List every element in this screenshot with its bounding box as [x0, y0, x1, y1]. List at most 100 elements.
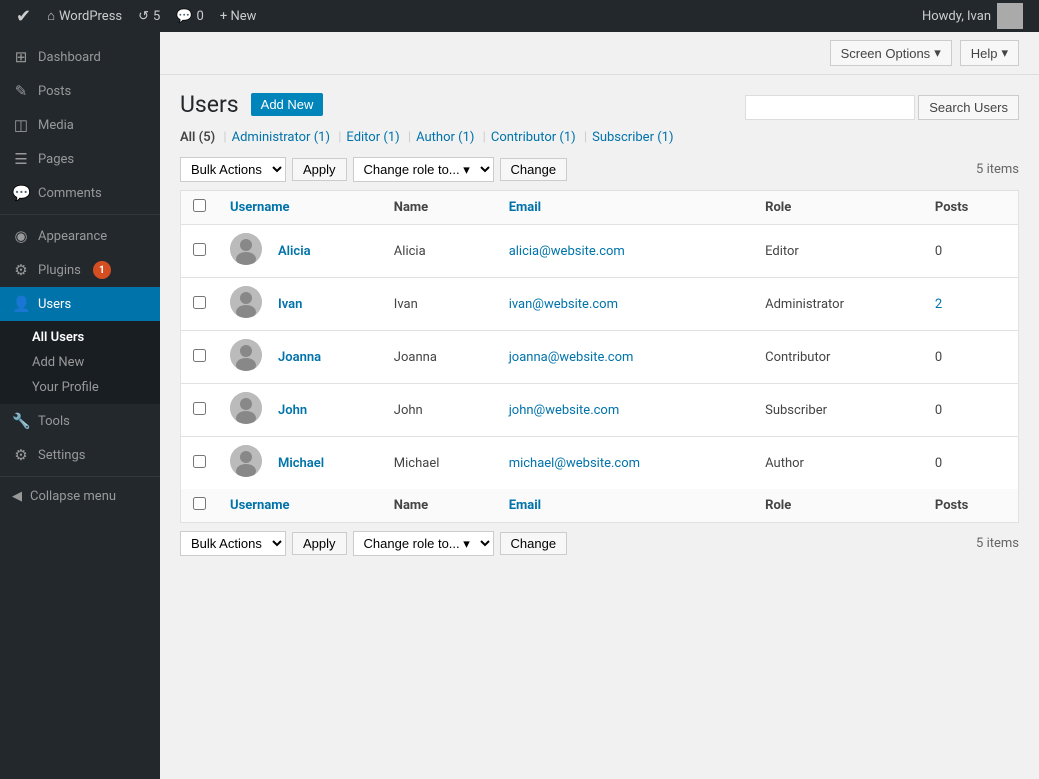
adminbar-home[interactable]: ⌂ WordPress [39, 0, 130, 32]
role-cell: Editor [753, 225, 923, 278]
apply-button-bottom[interactable]: Apply [292, 532, 347, 555]
email-footer-column-header[interactable]: Email [497, 489, 753, 523]
plugins-badge: 1 [93, 261, 111, 279]
username-cell: Alicia [266, 225, 382, 278]
username-link[interactable]: Michael [278, 456, 324, 471]
username-link[interactable]: John [278, 403, 307, 418]
home-icon: ⌂ [47, 8, 55, 24]
screen-options-arrow-icon: ▾ [934, 45, 941, 61]
users-submenu: All Users Add New Your Profile [0, 321, 160, 404]
filter-links: All (5) | Administrator (1) | Editor (1) [180, 130, 1019, 145]
row-checkbox[interactable] [193, 455, 206, 468]
search-users-button[interactable]: Search Users [918, 95, 1019, 120]
page-wrap: Search Users Users Add New All (5) [160, 75, 1039, 580]
sidebar-item-appearance[interactable]: ◉ Appearance [0, 219, 160, 253]
email-link[interactable]: john@website.com [509, 403, 620, 418]
bottom-tablenav: Bulk Actions Apply Change role to... ▾ C… [180, 531, 1019, 556]
screen-options-button[interactable]: Screen Options ▾ [830, 40, 952, 66]
filter-editor[interactable]: Editor (1) | [346, 130, 416, 145]
filter-author[interactable]: Author (1) | [416, 130, 491, 145]
howdy-message[interactable]: Howdy, Ivan [914, 3, 1031, 29]
admin-bar: ✔ ⌂ WordPress ↺ 5 💬 0 + New Howdy, Ivan [0, 0, 1039, 32]
posts-cell: 0 [923, 437, 1019, 490]
plugins-icon: ⚙ [12, 261, 30, 279]
name-cell: Michael [382, 437, 497, 490]
row-checkbox[interactable] [193, 243, 206, 256]
page-title: Users [180, 91, 239, 118]
wp-logo[interactable]: ✔ [8, 6, 39, 27]
posts-cell: 0 [923, 331, 1019, 384]
username-cell: John [266, 384, 382, 437]
username-footer-column-header[interactable]: Username [218, 489, 382, 523]
sidebar-item-plugins[interactable]: ⚙ Plugins 1 [0, 253, 160, 287]
row-checkbox[interactable] [193, 349, 206, 362]
row-checkbox[interactable] [193, 402, 206, 415]
email-column-header[interactable]: Email [497, 191, 753, 225]
change-button-top[interactable]: Change [500, 158, 568, 181]
sidebar: ⊞ Dashboard ✎ Posts ◫ Media ☰ Pages 💬 Co… [0, 32, 160, 779]
filter-administrator[interactable]: Administrator (1) | [232, 130, 347, 145]
sidebar-item-settings[interactable]: ⚙ Settings [0, 438, 160, 472]
row-checkbox-cell [181, 225, 219, 278]
filter-contributor[interactable]: Contributor (1) | [491, 130, 592, 145]
role-footer-column-header: Role [753, 489, 923, 523]
users-table-body: AliciaAliciaalicia@website.comEditor0 Iv… [181, 225, 1019, 490]
add-new-user-button[interactable]: Add New [251, 93, 324, 116]
posts-value: 0 [935, 456, 942, 471]
page-title-wrap: Users Add New [180, 91, 745, 118]
username-link[interactable]: Alicia [278, 244, 311, 259]
row-checkbox[interactable] [193, 296, 206, 309]
email-link[interactable]: alicia@website.com [509, 244, 625, 259]
sidebar-item-posts[interactable]: ✎ Posts [0, 74, 160, 108]
posts-link[interactable]: 2 [935, 297, 942, 312]
name-footer-column-header: Name [382, 489, 497, 523]
email-link[interactable]: michael@website.com [509, 456, 640, 471]
change-role-select-bottom[interactable]: Change role to... ▾ [353, 531, 494, 556]
sidebar-item-all-users[interactable]: All Users [0, 325, 160, 350]
email-cell: joanna@website.com [497, 331, 753, 384]
user-avatar-adminbar [997, 3, 1023, 29]
posts-icon: ✎ [12, 82, 30, 100]
media-icon: ◫ [12, 116, 30, 134]
email-link[interactable]: joanna@website.com [509, 350, 634, 365]
collapse-menu-button[interactable]: ◀ Collapse menu [0, 481, 160, 512]
sidebar-item-media[interactable]: ◫ Media [0, 108, 160, 142]
search-input[interactable] [745, 95, 915, 120]
username-link[interactable]: Joanna [278, 350, 321, 365]
avatar-cell [218, 384, 266, 437]
role-cell: Contributor [753, 331, 923, 384]
bulk-actions-select-bottom[interactable]: Bulk Actions [180, 531, 286, 556]
tools-icon: 🔧 [12, 412, 30, 430]
sidebar-item-users[interactable]: 👤 Users ► [0, 287, 160, 321]
select-all-checkbox[interactable] [193, 199, 206, 212]
sidebar-item-pages[interactable]: ☰ Pages [0, 142, 160, 176]
filter-subscriber[interactable]: Subscriber (1) [592, 130, 673, 145]
sidebar-item-your-profile[interactable]: Your Profile [0, 375, 160, 400]
avatar [230, 233, 262, 265]
username-cell: Joanna [266, 331, 382, 384]
email-link[interactable]: ivan@website.com [509, 297, 618, 312]
select-all-column [181, 191, 219, 225]
select-all-footer-checkbox[interactable] [193, 497, 206, 510]
sidebar-item-dashboard[interactable]: ⊞ Dashboard [0, 40, 160, 74]
adminbar-new[interactable]: + New [212, 0, 265, 32]
table-row: AliciaAliciaalicia@website.comEditor0 [181, 225, 1019, 278]
avatar [230, 339, 262, 371]
role-column-header: Role [753, 191, 923, 225]
username-link[interactable]: Ivan [278, 297, 302, 312]
sidebar-item-add-new-user[interactable]: Add New [0, 350, 160, 375]
filter-all[interactable]: All (5) | [180, 130, 232, 145]
sidebar-item-comments[interactable]: 💬 Comments [0, 176, 160, 210]
adminbar-comments[interactable]: 💬 0 [168, 0, 212, 32]
adminbar-updates[interactable]: ↺ 5 [130, 0, 168, 32]
table-row: IvanIvanivan@website.comAdministrator2 [181, 278, 1019, 331]
sidebar-item-tools[interactable]: 🔧 Tools [0, 404, 160, 438]
row-checkbox-cell [181, 331, 219, 384]
users-icon: 👤 [12, 295, 30, 313]
username-column-header[interactable]: Username [218, 191, 382, 225]
change-role-select-top[interactable]: Change role to... ▾ [353, 157, 494, 182]
help-button[interactable]: Help ▾ [960, 40, 1019, 66]
bulk-actions-select-top[interactable]: Bulk Actions [180, 157, 286, 182]
change-button-bottom[interactable]: Change [500, 532, 568, 555]
apply-button-top[interactable]: Apply [292, 158, 347, 181]
